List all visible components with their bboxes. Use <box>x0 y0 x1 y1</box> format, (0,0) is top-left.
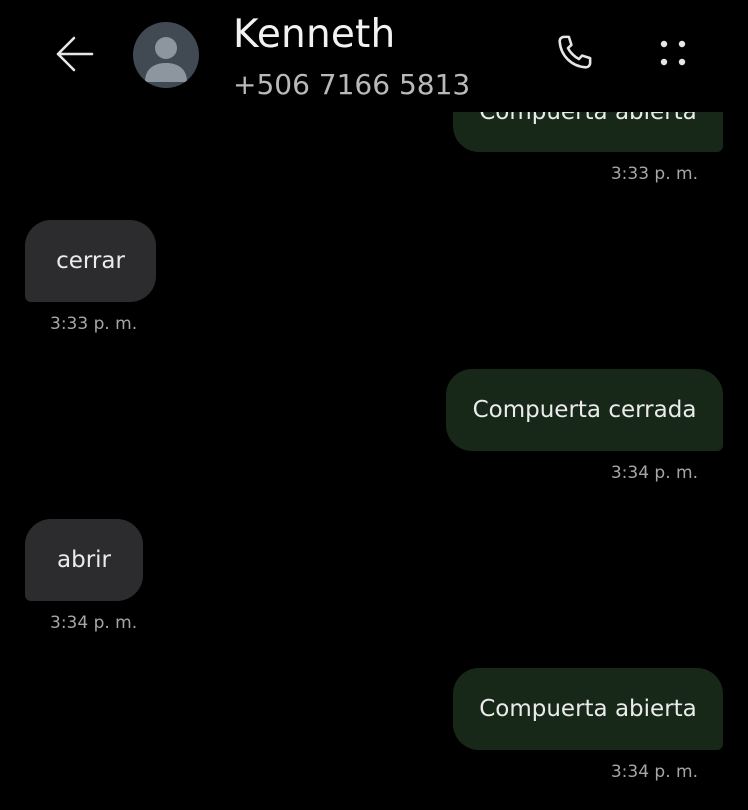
message-timestamp: 3:34 p. m. <box>610 762 698 782</box>
message-timestamp: 3:34 p. m. <box>50 613 138 633</box>
message-text: abrir <box>57 547 111 573</box>
message-bubble-outgoing[interactable]: Compuerta cerrada <box>446 369 723 451</box>
conversation-screen: Compuerta abierta 3:33 p. m. cerrar 3:33… <box>0 0 748 810</box>
message-timestamp: 3:33 p. m. <box>610 164 698 184</box>
arrow-left-icon <box>52 34 96 78</box>
more-options-button[interactable] <box>648 30 698 80</box>
message-text: cerrar <box>56 248 125 274</box>
message-bubble-incoming[interactable]: cerrar <box>25 220 156 302</box>
person-icon <box>133 37 199 88</box>
contact-name[interactable]: Kenneth <box>233 12 395 57</box>
message-list[interactable]: Compuerta abierta 3:33 p. m. cerrar 3:33… <box>0 0 748 810</box>
contact-phone-number: +506 7166 5813 <box>233 68 471 101</box>
conversation-header: Kenneth +506 7166 5813 <box>0 0 748 112</box>
message-timestamp: 3:33 p. m. <box>50 314 138 334</box>
phone-icon <box>552 31 596 79</box>
message-bubble-incoming[interactable]: abrir <box>25 519 143 601</box>
message-text: Compuerta abierta <box>479 696 697 722</box>
message-text: Compuerta cerrada <box>472 397 697 423</box>
message-bubble-outgoing[interactable]: Compuerta abierta <box>453 668 723 750</box>
message-timestamp: 3:34 p. m. <box>610 463 698 483</box>
back-button[interactable] <box>48 30 100 82</box>
avatar[interactable] <box>133 22 199 88</box>
four-dots-menu-icon <box>653 33 693 77</box>
call-button[interactable] <box>549 30 599 80</box>
